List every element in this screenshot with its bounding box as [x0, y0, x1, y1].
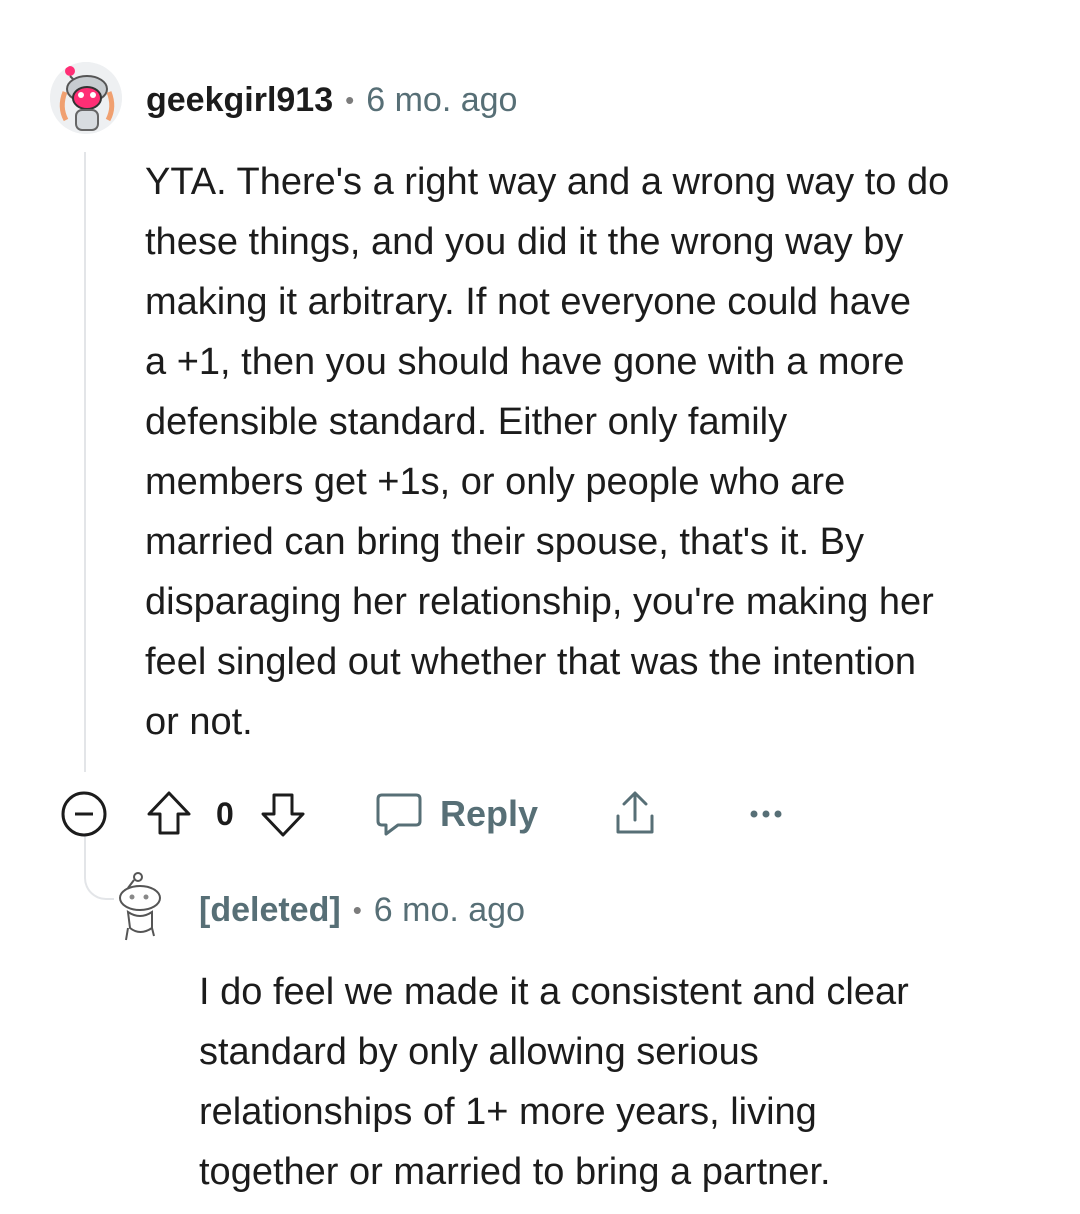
meta-separator: • [352, 894, 362, 925]
comment-line: YTA. There's a right way and a wrong way… [145, 161, 950, 203]
comment-timestamp[interactable]: 6 mo. ago [366, 81, 517, 120]
vote-count: 0 [216, 786, 234, 842]
comment-bubble-icon [376, 793, 422, 836]
reply-body: I do feel we made it a consistent and cl… [199, 962, 1059, 1202]
reply-button[interactable]: Reply [374, 786, 538, 842]
downvote-button[interactable] [258, 786, 308, 842]
comment-body: YTA. There's a right way and a wrong way… [145, 152, 1045, 752]
share-button[interactable] [610, 786, 660, 842]
comment-line: disparaging her relationship, you're mak… [145, 581, 934, 623]
reply-line: I do feel we made it a consistent and cl… [199, 971, 909, 1013]
reply-line: standard by only allowing serious [199, 1031, 759, 1073]
snoo-avatar-icon [50, 62, 122, 134]
collapse-button[interactable] [58, 786, 110, 842]
comment-line: members get +1s, or only people who are [145, 461, 846, 503]
deleted-user-avatar [108, 870, 172, 942]
comment-line: a +1, then you should have gone with a m… [145, 341, 905, 383]
reply-timestamp[interactable]: 6 mo. ago [374, 891, 525, 930]
meta-separator: • [345, 84, 355, 115]
comment-line: defensible standard. Either only family [145, 401, 788, 443]
upvote-arrow-icon [147, 791, 191, 835]
comment-header: geekgirl913 • 6 mo. ago [146, 78, 517, 122]
vote-count-value: 0 [216, 795, 234, 832]
comment-line: feel singled out whether that was the in… [145, 641, 917, 683]
comment-username[interactable]: geekgirl913 [146, 81, 333, 120]
thread-line[interactable] [84, 152, 86, 772]
share-icon [616, 791, 654, 834]
comment-line: these things, and you did it the wrong w… [145, 221, 904, 263]
reply-username: [deleted] [199, 890, 341, 929]
comment-line: married can bring their spouse, that's i… [145, 521, 865, 563]
deleted-snoo-avatar-icon [119, 872, 161, 941]
comment-line: or not. [145, 701, 253, 743]
more-dots-icon [750, 810, 782, 818]
more-options-button[interactable] [746, 786, 786, 842]
comment-line: making it arbitrary. If not everyone cou… [145, 281, 912, 323]
downvote-arrow-icon [261, 793, 305, 837]
collapse-minus-icon [61, 791, 107, 837]
comment-action-bar: 0 Reply [58, 786, 818, 842]
reply-header: [deleted] • 6 mo. ago [199, 888, 525, 932]
reply-line: together or married to bring a partner. [199, 1151, 831, 1193]
reply-label: Reply [440, 793, 539, 834]
upvote-button[interactable] [144, 786, 194, 842]
reply-line: relationships of 1+ more years, living [199, 1091, 817, 1133]
user-avatar[interactable] [50, 62, 122, 134]
